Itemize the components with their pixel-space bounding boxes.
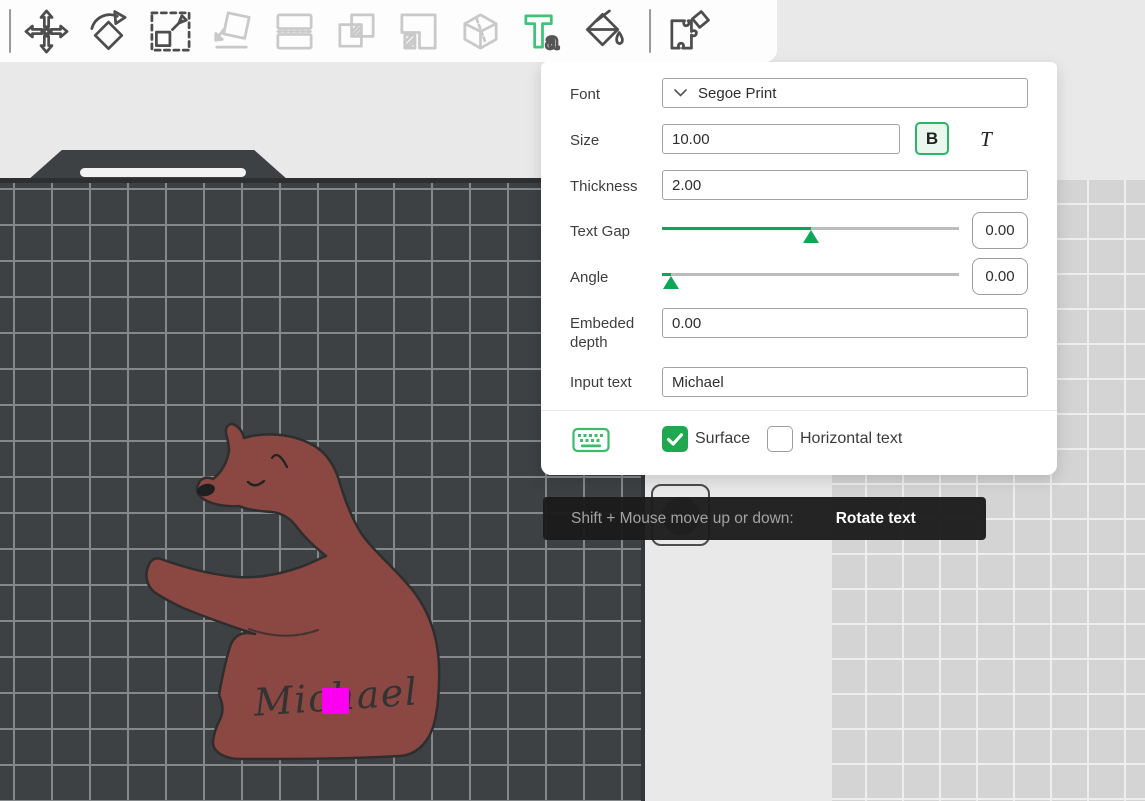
text-settings-panel: Font Segoe Print Size B T Thickness Text… <box>541 62 1057 475</box>
object-toolbar: a <box>0 0 777 62</box>
text-gap-value[interactable]: 0.00 <box>972 212 1028 249</box>
text-gap-label: Text Gap <box>570 223 630 240</box>
panel-divider <box>541 410 1057 411</box>
toolbar-divider <box>9 9 11 53</box>
split-to-objects-tool-button[interactable] <box>263 5 325 57</box>
tooltip-hint-text: Shift + Mouse move up or down: <box>571 510 794 528</box>
font-dropdown[interactable]: Segoe Print <box>662 78 1028 108</box>
tooltip-action-text: Rotate text <box>836 510 916 528</box>
keyboard-icon <box>572 426 610 454</box>
surface-checkbox[interactable] <box>662 426 688 452</box>
angle-slider[interactable] <box>662 260 959 292</box>
scale-icon <box>147 8 194 55</box>
keyboard-button[interactable] <box>572 426 610 458</box>
surface-label: Surface <box>695 430 750 448</box>
mesh-boolean-icon <box>395 8 442 55</box>
italic-button[interactable]: T <box>971 124 1001 154</box>
cut-tool-button[interactable] <box>449 5 511 57</box>
svg-text:a: a <box>545 28 559 54</box>
horizontal-text-checkbox[interactable] <box>767 426 793 452</box>
text-cursor-marker[interactable] <box>322 688 349 714</box>
thickness-input[interactable] <box>662 170 1028 200</box>
build-plate-tab-slot <box>80 168 246 177</box>
cut-icon <box>457 8 504 55</box>
slider-thumb[interactable] <box>803 230 819 243</box>
angle-value[interactable]: 0.00 <box>972 258 1028 295</box>
size-input[interactable] <box>662 124 900 154</box>
rotate-tool-button[interactable] <box>77 5 139 57</box>
slider-fill <box>662 227 811 231</box>
split-to-parts-icon <box>333 8 380 55</box>
scale-tool-button[interactable] <box>139 5 201 57</box>
move-tool-button[interactable] <box>15 5 77 57</box>
build-plate-tab <box>28 150 288 180</box>
split-to-objects-icon <box>271 8 318 55</box>
font-label: Font <box>570 86 600 103</box>
rotate-icon <box>85 8 132 55</box>
toolbar-divider <box>649 9 651 53</box>
thickness-label: Thickness <box>570 178 638 195</box>
text-gap-slider[interactable] <box>662 214 959 246</box>
lay-on-face-tool-button[interactable] <box>201 5 263 57</box>
size-label: Size <box>570 132 599 149</box>
assembly-icon <box>665 8 712 55</box>
color-paint-tool-button[interactable] <box>573 5 635 57</box>
color-paint-icon <box>581 8 628 55</box>
input-text-input[interactable] <box>662 367 1028 397</box>
check-icon <box>663 427 687 451</box>
rotate-hint-tooltip: Shift + Mouse move up or down: Rotate te… <box>543 497 986 540</box>
split-to-parts-tool-button[interactable] <box>325 5 387 57</box>
chevron-down-icon <box>674 89 687 97</box>
application-window: Michael <box>0 0 1145 801</box>
angle-label: Angle <box>570 269 608 286</box>
mesh-boolean-tool-button[interactable] <box>387 5 449 57</box>
slider-thumb[interactable] <box>663 276 679 289</box>
assembly-tool-button[interactable] <box>657 5 719 57</box>
text-tool-icon: a <box>519 8 566 55</box>
bold-button[interactable]: B <box>915 122 949 155</box>
move-icon <box>23 8 70 55</box>
embedded-depth-input[interactable] <box>662 308 1028 338</box>
lay-on-face-icon <box>209 8 256 55</box>
font-value: Segoe Print <box>698 85 776 102</box>
bear-model[interactable]: Michael <box>145 420 450 765</box>
input-text-label: Input text <box>570 374 632 391</box>
embedded-depth-label: Embeded depth <box>570 314 656 352</box>
text-tool-button[interactable]: a <box>511 5 573 57</box>
slider-track[interactable] <box>662 273 959 276</box>
horizontal-text-label: Horizontal text <box>800 430 902 448</box>
